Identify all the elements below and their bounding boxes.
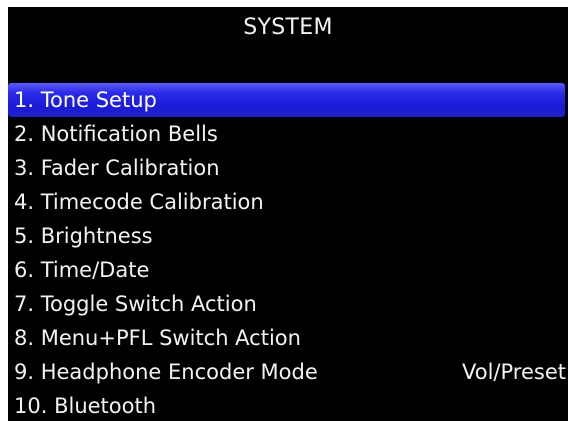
menu-item-label: 9. Headphone Encoder Mode — [14, 360, 318, 384]
menu-item-tone-setup[interactable]: 1. Tone Setup — [8, 83, 565, 117]
menu-item-brightness[interactable]: 5. Brightness — [8, 219, 568, 253]
menu-item-fader-calibration[interactable]: 3. Fader Calibration — [8, 151, 568, 185]
device-screen: SYSTEM 1. Tone Setup 2. Notification Bel… — [8, 7, 568, 421]
menu-item-label: 7. Toggle Switch Action — [14, 292, 257, 316]
menu-item-value: Vol/Preset — [462, 360, 566, 384]
menu-item-label: 4. Timecode Calibration — [14, 190, 264, 214]
menu-item-headphone-encoder-mode[interactable]: 9. Headphone Encoder Mode Vol/Preset — [8, 355, 568, 389]
menu-item-label: 10. Bluetooth — [14, 394, 157, 418]
menu-item-label: 2. Notification Bells — [14, 122, 218, 146]
menu-item-label: 6. Time/Date — [14, 258, 150, 282]
menu-item-timecode-calibration[interactable]: 4. Timecode Calibration — [8, 185, 568, 219]
menu-item-time-date[interactable]: 6. Time/Date — [8, 253, 568, 287]
menu-item-menu-pfl-switch-action[interactable]: 8. Menu+PFL Switch Action — [8, 321, 568, 355]
system-menu: 1. Tone Setup 2. Notification Bells 3. F… — [8, 83, 568, 421]
menu-item-label: 8. Menu+PFL Switch Action — [14, 326, 301, 350]
menu-item-label: 3. Fader Calibration — [14, 156, 220, 180]
menu-item-notification-bells[interactable]: 2. Notification Bells — [8, 117, 568, 151]
menu-item-label: 1. Tone Setup — [14, 88, 157, 112]
menu-item-bluetooth[interactable]: 10. Bluetooth — [8, 389, 568, 421]
menu-item-label: 5. Brightness — [14, 224, 153, 248]
menu-item-toggle-switch-action[interactable]: 7. Toggle Switch Action — [8, 287, 568, 321]
screen-title: SYSTEM — [243, 15, 333, 40]
